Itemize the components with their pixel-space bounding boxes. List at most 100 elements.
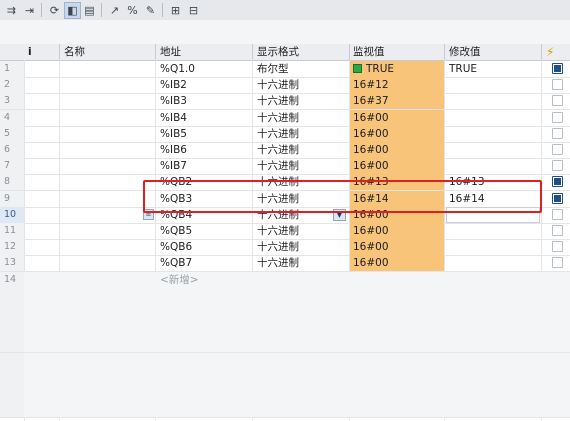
- column-divider: [252, 44, 253, 60]
- modify-enable-checkbox[interactable]: [552, 111, 563, 123]
- row-number[interactable]: 12: [0, 239, 24, 256]
- empty-row: [0, 287, 570, 305]
- enable-peripheral-icon[interactable]: ✎: [143, 3, 158, 18]
- address-cell[interactable]: %IB5: [160, 126, 187, 142]
- row-number[interactable]: 10: [0, 206, 24, 223]
- monitor-value-cell: TRUE: [353, 61, 394, 77]
- format-cell[interactable]: 十六进制: [257, 93, 299, 109]
- modify-enable-checkbox[interactable]: ✓: [552, 176, 564, 188]
- display-format-icon[interactable]: ▤: [82, 3, 97, 18]
- modify-enable-checkbox[interactable]: [552, 144, 563, 155]
- modify-enable-checkbox[interactable]: [552, 225, 563, 236]
- row-number[interactable]: 14: [0, 271, 24, 288]
- modify-trigger-icon[interactable]: %: [125, 3, 140, 18]
- table-row[interactable]: 6 %IB6 十六进制 16#00: [0, 142, 570, 159]
- address-cell[interactable]: %IB4: [160, 110, 187, 126]
- checkmark-icon: ✓: [556, 63, 564, 73]
- row-number[interactable]: 3: [0, 93, 24, 110]
- modify-enable-checkbox[interactable]: [552, 95, 563, 107]
- row-number-blank: [0, 320, 24, 337]
- modify-all-icon[interactable]: ⇉: [4, 3, 19, 18]
- checkmark-icon: ✓: [556, 192, 564, 203]
- address-cell[interactable]: %IB6: [160, 142, 187, 158]
- monitor-value-text: 16#00: [353, 144, 389, 156]
- modify-enable-checkbox[interactable]: [552, 79, 563, 91]
- monitor-value-cell: 16#12: [353, 77, 389, 93]
- row-number[interactable]: 11: [0, 223, 24, 239]
- table-row[interactable]: 5 %IB5 十六进制 16#00: [0, 125, 570, 143]
- row-number[interactable]: 6: [0, 142, 24, 158]
- show-hide-columns-icon[interactable]: ⊞: [168, 3, 183, 18]
- modify-enable-checkbox[interactable]: [552, 241, 563, 253]
- address-cell[interactable]: %IB2: [160, 77, 187, 93]
- modify-enable-checkbox[interactable]: [552, 160, 563, 172]
- format-cell[interactable]: 十六进制: [257, 239, 299, 255]
- monitor-value-text: 16#00: [353, 241, 389, 254]
- row-number[interactable]: 2: [0, 77, 24, 94]
- table-row[interactable]: 13 %QB7 十六进制 16#00: [0, 255, 570, 273]
- row-number[interactable]: 8: [0, 174, 24, 191]
- table-row[interactable]: 4 %IB4 十六进制 16#00: [0, 109, 570, 127]
- table-row[interactable]: 12 %QB6 十六进制 16#00: [0, 239, 570, 257]
- table-row[interactable]: 14 <新增>: [0, 271, 570, 289]
- row-number[interactable]: 9: [0, 190, 24, 207]
- format-cell[interactable]: 十六进制: [257, 142, 299, 158]
- column-divider: [541, 44, 542, 60]
- format-column-header[interactable]: 显示格式: [257, 44, 299, 60]
- row-number[interactable]: 13: [0, 255, 24, 272]
- address-column-header[interactable]: 地址: [160, 44, 181, 60]
- table-row[interactable]: 7 %IB7 十六进制 16#00: [0, 158, 570, 176]
- modify-enable-checkbox[interactable]: [552, 257, 563, 269]
- format-cell[interactable]: 十六进制: [257, 223, 299, 239]
- monitor-value-text: 16#00: [353, 225, 389, 237]
- monitor-all-icon[interactable]: ⟳: [47, 3, 62, 18]
- monitor-value-text: 16#00: [353, 127, 389, 140]
- address-cell[interactable]: %QB5: [160, 223, 192, 239]
- monitor-value-text: 16#00: [353, 257, 389, 270]
- modify-enable-checkbox[interactable]: ✓: [552, 63, 564, 74]
- table-row[interactable]: 2 %IB2 十六进制 16#12: [0, 77, 570, 95]
- monitor-value-cell: 16#00: [353, 142, 389, 158]
- table-row[interactable]: 1 %Q1.0 布尔型 TRUE TRUE ✓: [0, 61, 570, 78]
- modify-value-cell[interactable]: TRUE: [449, 61, 477, 77]
- format-cell[interactable]: 十六进制: [257, 110, 299, 126]
- modify-now-icon[interactable]: ↗: [107, 3, 122, 18]
- format-cell[interactable]: 布尔型: [257, 61, 289, 77]
- address-cell[interactable]: %QB7: [160, 255, 192, 271]
- empty-row: [0, 401, 570, 419]
- name-column-header[interactable]: 名称: [64, 44, 85, 60]
- format-cell[interactable]: 十六进制: [257, 126, 299, 142]
- monitor-column-header[interactable]: 监视值: [353, 44, 385, 60]
- show-extended-icon[interactable]: ⊟: [186, 3, 201, 18]
- monitor-once-icon[interactable]: ◧: [64, 2, 81, 19]
- lightning-icon[interactable]: ⚡: [546, 44, 554, 60]
- modify-column-header[interactable]: 修改值: [449, 44, 481, 60]
- monitor-value-cell: 16#00: [353, 126, 389, 142]
- empty-row: [0, 320, 570, 338]
- modify-enable-checkbox[interactable]: ✓: [552, 192, 564, 204]
- row-number[interactable]: 5: [0, 125, 24, 142]
- row-number[interactable]: 7: [0, 158, 24, 175]
- table-row[interactable]: 3 %IB3 十六进制 16#37: [0, 93, 570, 111]
- modify-enable-checkbox[interactable]: [552, 127, 563, 139]
- row-number-blank: [0, 352, 24, 369]
- empty-row: [0, 336, 570, 354]
- row-number-blank: [0, 304, 24, 320]
- modify-once-icon[interactable]: ⇥: [22, 3, 37, 18]
- format-cell[interactable]: 十六进制: [257, 158, 299, 174]
- row-number-blank: [0, 368, 24, 385]
- row-number[interactable]: 4: [0, 109, 24, 126]
- address-cell[interactable]: %IB7: [160, 158, 187, 174]
- address-cell[interactable]: %IB3: [160, 93, 187, 109]
- empty-row: [0, 385, 570, 402]
- format-cell[interactable]: 十六进制: [257, 255, 299, 271]
- monitor-value-cell: 16#00: [353, 255, 389, 271]
- row-number[interactable]: 1: [0, 61, 24, 77]
- modify-enable-checkbox[interactable]: [552, 208, 563, 220]
- toolbar-separator: [41, 3, 42, 17]
- address-cell[interactable]: %QB6: [160, 239, 192, 255]
- format-cell[interactable]: 十六进制: [257, 77, 299, 93]
- table-row[interactable]: 11 %QB5 十六进制 16#00: [0, 223, 570, 240]
- address-cell[interactable]: <新增>: [160, 272, 199, 288]
- address-cell[interactable]: %Q1.0: [160, 61, 195, 77]
